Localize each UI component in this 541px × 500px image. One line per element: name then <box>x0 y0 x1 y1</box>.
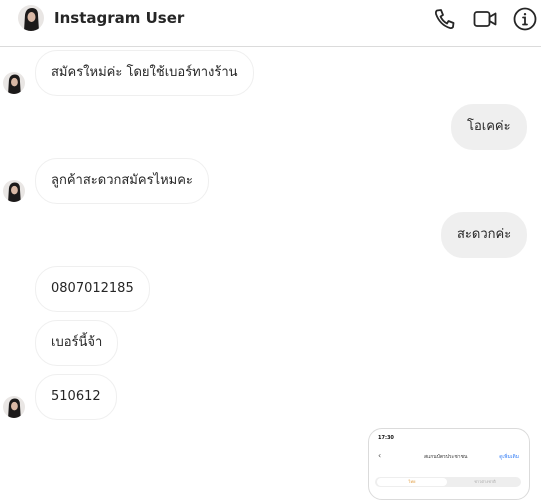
message-bubble[interactable]: 0807012185 <box>35 266 150 312</box>
info-icon[interactable] <box>512 6 538 32</box>
avatar[interactable] <box>3 396 25 418</box>
attachment-status-time: 17:30 <box>378 435 394 441</box>
message-bubble-mine[interactable]: สะดวกค่ะ <box>441 212 528 258</box>
video-camera-icon[interactable] <box>472 6 498 32</box>
message-bubble[interactable]: 510612 <box>35 374 117 420</box>
chat-header: Instagram User <box>0 0 541 47</box>
chevron-left-icon: ‹ <box>378 451 382 460</box>
phone-icon[interactable] <box>432 6 458 32</box>
image-attachment[interactable]: 17:30 ‹ สแกนบัตรประชาชน ดูเพิ่มเติม ไทย … <box>368 428 530 500</box>
attachment-tab-other: ชาวต่างชาติ <box>474 479 496 484</box>
message-bubble[interactable]: ลูกค้าสะดวกสมัครไหมคะ <box>35 158 209 204</box>
message-bubble[interactable]: เบอร์นี้จ้า <box>35 320 119 366</box>
avatar[interactable] <box>3 180 25 202</box>
attachment-action: ดูเพิ่มเติม <box>499 454 519 460</box>
attachment-title: สแกนบัตรประชาชน <box>424 454 468 460</box>
avatar[interactable] <box>18 5 44 31</box>
message-bubble[interactable]: สมัครใหม่ค่ะ โดยใช้เบอร์ทางร้าน <box>35 50 254 96</box>
attachment-tab-active: ไทย <box>377 478 447 486</box>
page-title[interactable]: Instagram User <box>54 9 184 27</box>
avatar[interactable] <box>3 72 25 94</box>
message-bubble-mine[interactable]: โอเคค่ะ <box>451 104 527 150</box>
